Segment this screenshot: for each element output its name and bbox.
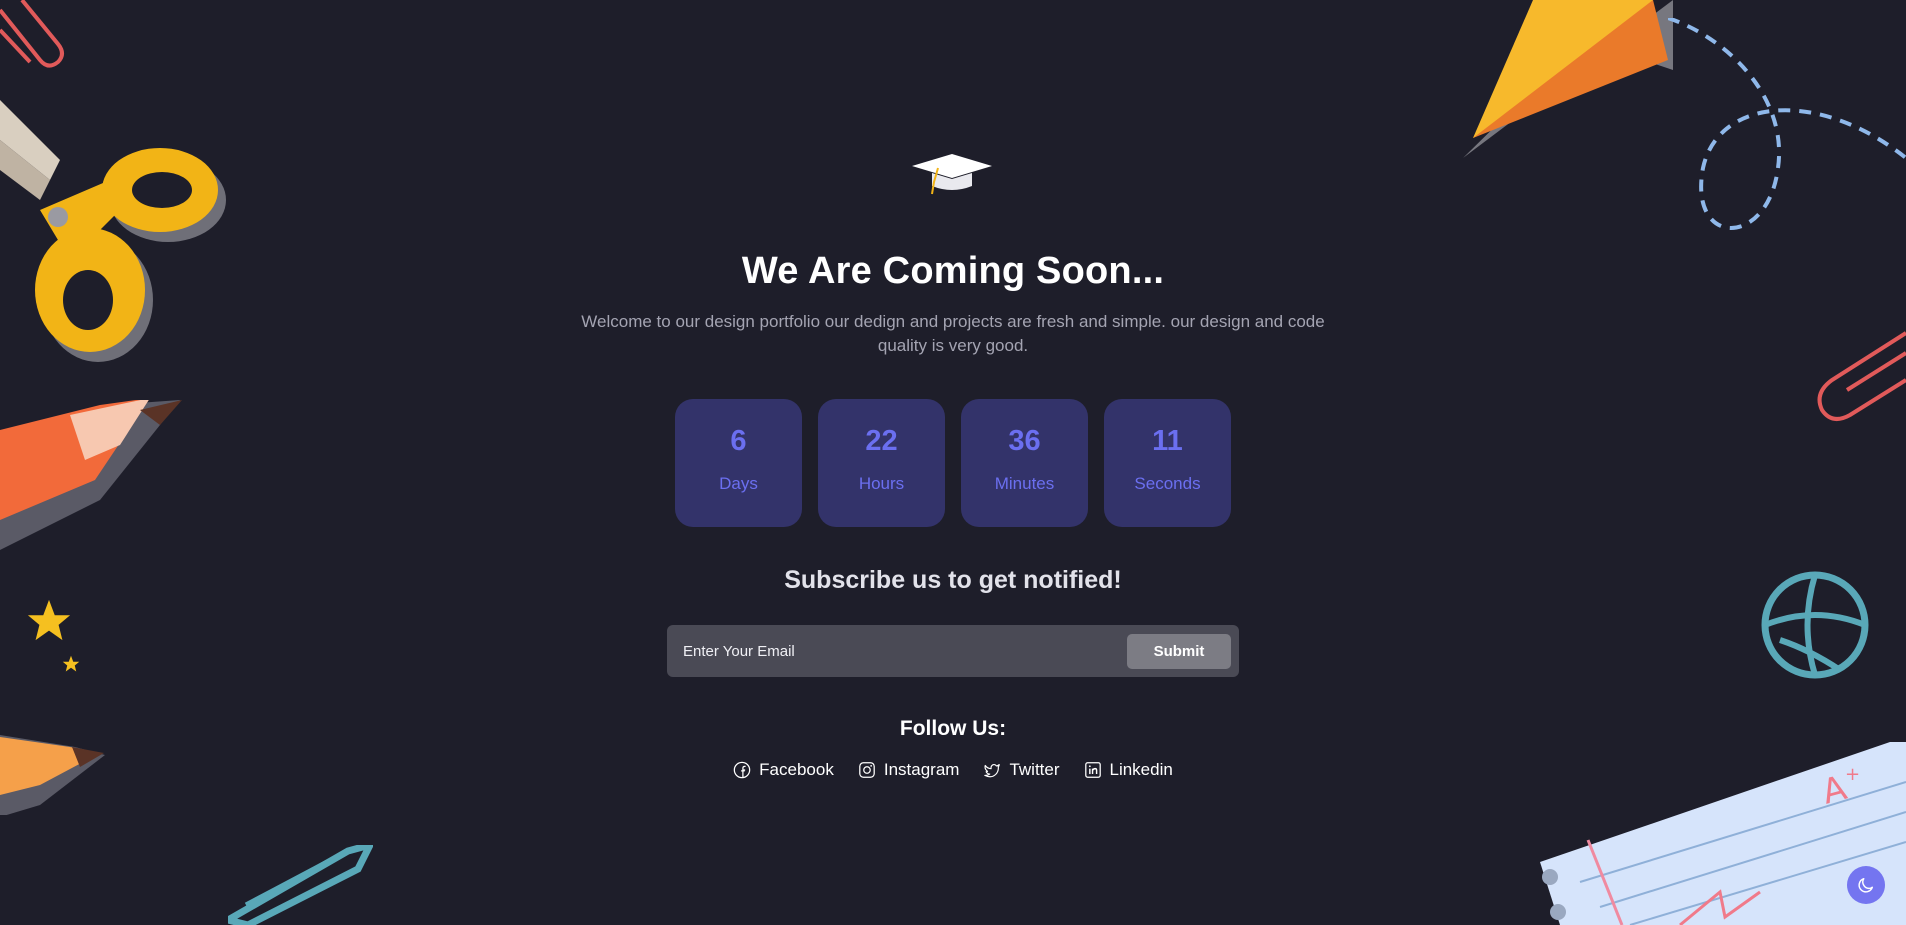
- countdown-label: Seconds: [1134, 474, 1201, 493]
- subscribe-form: Submit: [667, 625, 1239, 677]
- paper-plane-icon: [1463, 0, 1673, 158]
- star-icon: [27, 599, 71, 641]
- twitter-icon: [984, 763, 1001, 778]
- countdown-label: Hours: [858, 474, 905, 493]
- submit-button[interactable]: Submit: [1127, 634, 1231, 669]
- countdown-value: 22: [865, 425, 898, 457]
- instagram-link[interactable]: Instagram: [858, 760, 960, 780]
- linkedin-icon: [1084, 762, 1101, 778]
- countdown: 6 Days 22 Hours 36 Minutes 11 Seconds: [675, 399, 1231, 527]
- graduation-cap-icon: [912, 154, 992, 195]
- linkedin-link[interactable]: Linkedin: [1084, 760, 1173, 780]
- subscribe-title: Subscribe us to get notified!: [784, 566, 1122, 594]
- facebook-link[interactable]: Facebook: [733, 760, 834, 780]
- scissors-icon: [0, 100, 226, 362]
- twitter-link[interactable]: Twitter: [983, 760, 1060, 780]
- moon-icon: [1858, 877, 1874, 893]
- pencil-outline-icon: [228, 845, 373, 925]
- page-description: Welcome to our design portfolio our dedi…: [581, 312, 1325, 355]
- email-input[interactable]: [667, 625, 1129, 677]
- countdown-minutes: 36 Minutes: [961, 399, 1088, 527]
- social-link-label: Instagram: [883, 760, 960, 779]
- countdown-value: 36: [1008, 425, 1041, 457]
- theme-toggle-button[interactable]: [1847, 866, 1885, 904]
- countdown-value: 11: [1152, 425, 1183, 457]
- pencil-icon: [0, 400, 182, 550]
- star-icon: [62, 655, 80, 672]
- social-link-label: Facebook: [759, 760, 834, 779]
- countdown-label: Days: [719, 474, 758, 493]
- countdown-label: Minutes: [994, 474, 1055, 493]
- page-title: We Are Coming Soon...: [741, 250, 1165, 292]
- countdown-seconds: 11 Seconds: [1104, 399, 1231, 527]
- countdown-value: 6: [730, 425, 747, 457]
- social-link-label: Linkedin: [1109, 760, 1173, 779]
- countdown-days: 6 Days: [675, 399, 802, 527]
- facebook-icon: [733, 761, 751, 779]
- dashed-trail-icon: [1668, 18, 1906, 230]
- countdown-hours: 22 Hours: [818, 399, 945, 527]
- follow-title: Follow Us:: [899, 717, 1007, 740]
- paperclip-icon: [1817, 331, 1906, 421]
- instagram-icon: [859, 762, 875, 778]
- social-links: Facebook Instagram Twitter Linkedin: [0, 760, 1906, 780]
- social-link-label: Twitter: [1009, 760, 1060, 779]
- paperclip-icon: [0, 0, 64, 68]
